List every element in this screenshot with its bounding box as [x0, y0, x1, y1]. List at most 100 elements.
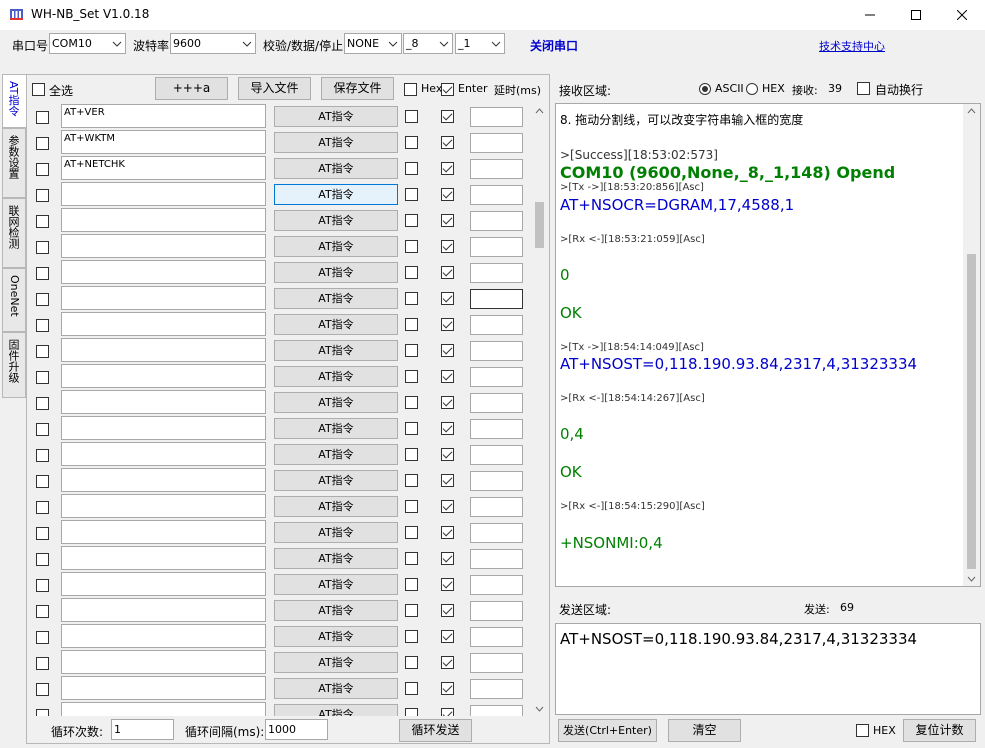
row-hex-checkbox[interactable]: [405, 604, 418, 617]
row-enter-checkbox[interactable]: [441, 136, 454, 149]
row-select-checkbox[interactable]: [36, 163, 49, 176]
command-input[interactable]: [61, 286, 266, 310]
at-send-button[interactable]: AT指令: [274, 288, 398, 309]
row-delay-input[interactable]: [470, 523, 523, 543]
row-delay-input[interactable]: [470, 627, 523, 647]
row-hex-checkbox[interactable]: [405, 396, 418, 409]
command-input[interactable]: [61, 468, 266, 492]
at-send-button[interactable]: AT指令: [274, 106, 398, 127]
at-send-button[interactable]: AT指令: [274, 236, 398, 257]
row-enter-checkbox[interactable]: [441, 188, 454, 201]
loop-send-button[interactable]: 循环发送: [399, 719, 472, 742]
command-input[interactable]: AT+WKTM: [61, 130, 266, 154]
row-enter-checkbox[interactable]: [441, 708, 454, 716]
command-input[interactable]: [61, 364, 266, 388]
at-send-button[interactable]: AT指令: [274, 600, 398, 621]
row-select-checkbox[interactable]: [36, 657, 49, 670]
row-hex-checkbox[interactable]: [405, 370, 418, 383]
row-hex-checkbox[interactable]: [405, 578, 418, 591]
command-input[interactable]: [61, 234, 266, 258]
row-delay-input[interactable]: [470, 315, 523, 335]
row-enter-checkbox[interactable]: [441, 344, 454, 357]
row-hex-checkbox[interactable]: [405, 318, 418, 331]
row-select-checkbox[interactable]: [36, 579, 49, 592]
at-send-button[interactable]: AT指令: [274, 626, 398, 647]
data-bits-select[interactable]: _8: [403, 33, 453, 54]
row-select-checkbox[interactable]: [36, 215, 49, 228]
row-select-checkbox[interactable]: [36, 553, 49, 566]
row-hex-checkbox[interactable]: [405, 552, 418, 565]
at-send-button[interactable]: AT指令: [274, 132, 398, 153]
row-select-checkbox[interactable]: [36, 527, 49, 540]
row-delay-input[interactable]: [470, 419, 523, 439]
row-select-checkbox[interactable]: [36, 631, 49, 644]
row-delay-input[interactable]: [470, 159, 523, 179]
row-enter-checkbox[interactable]: [441, 162, 454, 175]
row-enter-checkbox[interactable]: [441, 214, 454, 227]
row-enter-checkbox[interactable]: [441, 682, 454, 695]
row-enter-checkbox[interactable]: [441, 266, 454, 279]
row-delay-input[interactable]: [470, 679, 523, 699]
scroll-thumb[interactable]: [967, 254, 976, 569]
row-select-checkbox[interactable]: [36, 293, 49, 306]
at-send-button[interactable]: AT指令: [274, 574, 398, 595]
command-input[interactable]: [61, 546, 266, 570]
stop-bits-select[interactable]: _1: [455, 33, 505, 54]
row-enter-checkbox[interactable]: [441, 370, 454, 383]
row-enter-checkbox[interactable]: [441, 552, 454, 565]
at-send-button[interactable]: AT指令: [274, 522, 398, 543]
command-input[interactable]: AT+VER: [61, 104, 266, 128]
command-input[interactable]: [61, 676, 266, 700]
row-delay-input[interactable]: [470, 367, 523, 387]
row-hex-checkbox[interactable]: [405, 630, 418, 643]
at-send-button[interactable]: AT指令: [274, 470, 398, 491]
row-delay-input[interactable]: [470, 107, 523, 127]
row-delay-input[interactable]: [470, 497, 523, 517]
port-select[interactable]: COM10: [49, 33, 126, 54]
row-select-checkbox[interactable]: [36, 111, 49, 124]
row-select-checkbox[interactable]: [36, 501, 49, 514]
row-delay-input[interactable]: [470, 575, 523, 595]
row-select-checkbox[interactable]: [36, 423, 49, 436]
row-enter-checkbox[interactable]: [441, 500, 454, 513]
plus-button[interactable]: +++a: [155, 77, 228, 100]
command-input[interactable]: [61, 260, 266, 284]
receive-area[interactable]: 8. 拖动分割线，可以改变字符串输入框的宽度 >[Success][18:53:…: [555, 103, 981, 587]
tab-params[interactable]: 参数设置: [2, 128, 26, 198]
row-delay-input[interactable]: [470, 211, 523, 231]
row-select-checkbox[interactable]: [36, 709, 49, 716]
row-hex-checkbox[interactable]: [405, 422, 418, 435]
at-send-button[interactable]: AT指令: [274, 262, 398, 283]
command-input[interactable]: [61, 494, 266, 518]
row-delay-input[interactable]: [470, 471, 523, 491]
at-send-button[interactable]: AT指令: [274, 704, 398, 716]
row-delay-input[interactable]: [470, 185, 523, 205]
row-enter-checkbox[interactable]: [441, 396, 454, 409]
row-select-checkbox[interactable]: [36, 371, 49, 384]
row-hex-checkbox[interactable]: [405, 500, 418, 513]
row-select-checkbox[interactable]: [36, 397, 49, 410]
clear-button[interactable]: 清空: [668, 719, 741, 742]
row-enter-checkbox[interactable]: [441, 526, 454, 539]
row-delay-input[interactable]: [470, 705, 523, 716]
row-enter-checkbox[interactable]: [441, 422, 454, 435]
row-select-checkbox[interactable]: [36, 475, 49, 488]
command-input[interactable]: [61, 338, 266, 362]
row-select-checkbox[interactable]: [36, 319, 49, 332]
row-enter-checkbox[interactable]: [441, 448, 454, 461]
row-hex-checkbox[interactable]: [405, 526, 418, 539]
at-send-button[interactable]: AT指令: [274, 496, 398, 517]
row-select-checkbox[interactable]: [36, 683, 49, 696]
row-select-checkbox[interactable]: [36, 449, 49, 462]
tab-at-commands[interactable]: AT指令: [2, 74, 28, 128]
command-input[interactable]: [61, 650, 266, 674]
row-enter-checkbox[interactable]: [441, 318, 454, 331]
row-hex-checkbox[interactable]: [405, 474, 418, 487]
tab-onenet[interactable]: OneNet: [2, 268, 26, 332]
command-input[interactable]: [61, 442, 266, 466]
row-select-checkbox[interactable]: [36, 605, 49, 618]
at-send-button[interactable]: AT指令: [274, 210, 398, 231]
row-delay-input[interactable]: [470, 601, 523, 621]
receive-scrollbar[interactable]: [963, 104, 980, 586]
row-hex-checkbox[interactable]: [405, 292, 418, 305]
